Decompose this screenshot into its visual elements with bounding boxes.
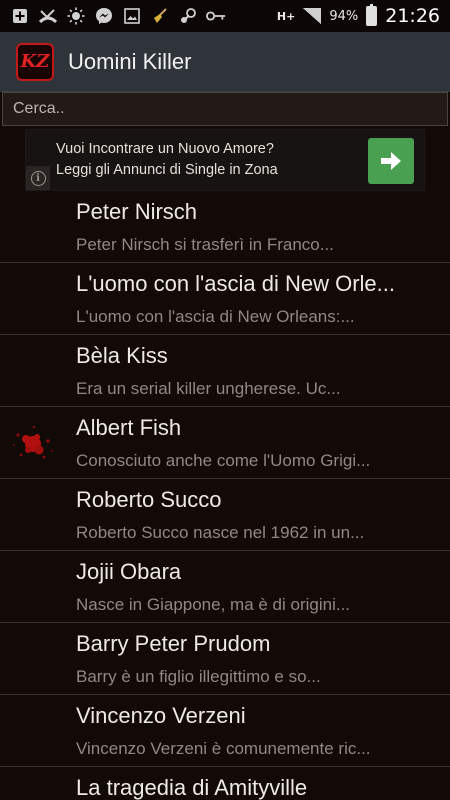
list-item-subtitle: Nasce in Giappone, ma è di origini... <box>76 595 351 614</box>
broom-icon <box>150 6 170 26</box>
list-item-title: Peter Nirsch <box>76 199 198 224</box>
notification-icons <box>10 6 226 26</box>
list-item[interactable]: Roberto Succo Roberto Succo nasce nel 19… <box>0 479 450 551</box>
list-item-title: Vincenzo Verzeni <box>76 703 246 728</box>
key-icon <box>206 6 226 26</box>
ad-info-icon[interactable]: i <box>26 166 50 190</box>
list-item-subtitle: Peter Nirsch si trasferì in Franco... <box>76 235 334 254</box>
list-item[interactable]: Peter Nirsch Peter Nirsch si trasferì in… <box>0 191 450 263</box>
list-item-subtitle: Barry è un figlio illegittimo e so... <box>76 667 321 686</box>
search-input[interactable] <box>2 92 448 126</box>
list-item[interactable]: Bèla Kiss Era un serial killer ungherese… <box>0 335 450 407</box>
list-item-title: L'uomo con l'ascia di New Orle... <box>76 271 395 296</box>
ad-banner[interactable]: Vuoi Incontrare un Nuovo Amore? Leggi gl… <box>25 129 425 191</box>
list-item[interactable]: Vincenzo Verzeni Vincenzo Verzeni è comu… <box>0 695 450 767</box>
list-item[interactable]: L'uomo con l'ascia di New Orle... L'uomo… <box>0 263 450 335</box>
list-item-title: Bèla Kiss <box>76 343 168 368</box>
list-item-subtitle: Conosciuto anche come l'Uomo Grigi... <box>76 451 371 470</box>
system-status: H+ 94% 21:26 <box>276 4 440 27</box>
signal-icon <box>303 8 322 24</box>
ad-arrow-button[interactable] <box>368 138 414 184</box>
brightness-icon <box>66 6 86 26</box>
arrow-right-icon <box>381 152 401 170</box>
list-item-subtitle: Vincenzo Verzeni è comunemente ric... <box>76 739 371 758</box>
steam-icon <box>178 6 198 26</box>
action-bar: KZ Uomini Killer <box>0 32 450 92</box>
list-item-subtitle: L'uomo con l'ascia di New Orleans:... <box>76 307 355 326</box>
killer-list: Peter Nirsch Peter Nirsch si trasferì in… <box>0 191 450 800</box>
add-icon <box>10 6 30 26</box>
status-bar: H+ 94% 21:26 <box>0 0 450 32</box>
network-type: H+ <box>276 9 296 23</box>
ad-line-1: Vuoi Incontrare un Nuovo Amore? <box>56 141 274 157</box>
messenger-icon <box>94 6 114 26</box>
list-item-subtitle: Roberto Succo nasce nel 1962 in un... <box>76 523 365 542</box>
image-icon <box>122 6 142 26</box>
ad-line-2: Leggi gli Annunci di Single in Zona <box>56 162 278 178</box>
list-item[interactable]: Jojii Obara Nasce in Giappone, ma è di o… <box>0 551 450 623</box>
list-item[interactable]: Barry Peter Prudom Barry è un figlio ill… <box>0 623 450 695</box>
battery-icon <box>366 4 378 26</box>
list-item-subtitle: Era un serial killer ungherese. Uc... <box>76 379 341 398</box>
clock: 21:26 <box>385 5 440 27</box>
app-title: Uomini Killer <box>68 48 192 74</box>
missed-call-icon <box>38 6 58 26</box>
app-logo-text: KZ <box>20 51 50 72</box>
list-item-title: Barry Peter Prudom <box>76 631 271 656</box>
list-item-title: Jojii Obara <box>76 559 182 584</box>
list-item-title: Roberto Succo <box>76 487 222 512</box>
list-item[interactable]: Albert Fish Conosciuto anche come l'Uomo… <box>0 407 450 479</box>
blood-splatter-icon <box>6 417 60 471</box>
search-bar <box>0 92 450 128</box>
app-logo[interactable]: KZ <box>16 42 54 81</box>
battery-percent: 94% <box>329 8 359 24</box>
list-item[interactable]: La tragedia di Amityville <box>0 767 450 800</box>
ad-text: Vuoi Incontrare un Nuovo Amore? Leggi gl… <box>56 139 278 181</box>
list-item-title: Albert Fish <box>76 415 182 440</box>
list-item-title: La tragedia di Amityville <box>76 775 308 800</box>
